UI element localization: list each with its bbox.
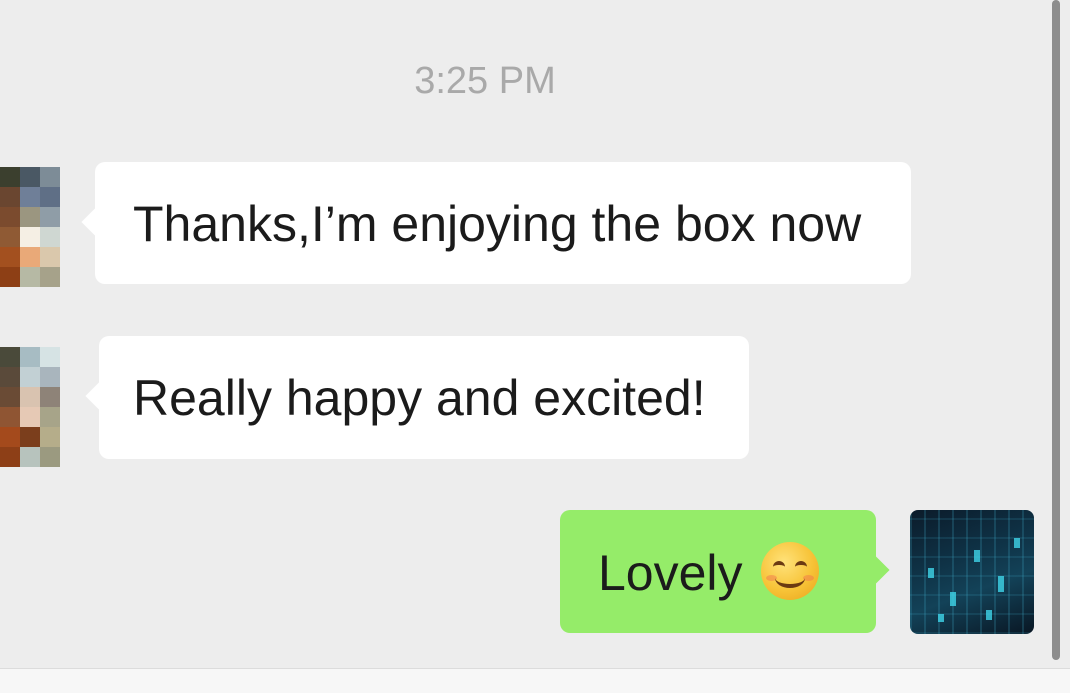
avatar-pixel	[20, 247, 40, 267]
contact-avatar[interactable]	[0, 347, 60, 467]
contact-avatar[interactable]	[0, 167, 60, 287]
avatar-pixel	[40, 427, 60, 447]
message-text: Thanks,I’m enjoying the box now	[133, 196, 862, 252]
smiling-face-emoji-icon	[760, 542, 819, 600]
avatar-pixel	[0, 227, 20, 247]
avatar-pixel	[0, 347, 20, 367]
avatar-pixel	[40, 447, 60, 467]
avatar-pixel	[40, 347, 60, 367]
avatar-pixel	[40, 187, 60, 207]
avatar-pixel	[0, 267, 20, 287]
avatar-pixel	[40, 227, 60, 247]
avatar-pixel	[20, 187, 40, 207]
avatar-pixel	[0, 427, 20, 447]
message-text-content: Lovely	[598, 545, 743, 601]
avatar-pixel	[40, 207, 60, 227]
bubble-tail	[85, 380, 117, 412]
avatar-pixel	[40, 167, 60, 187]
bubble-tail	[858, 554, 890, 586]
avatar-pixel	[40, 407, 60, 427]
message-text: Really happy and excited!	[133, 370, 706, 426]
avatar-pixel	[0, 167, 20, 187]
message-bubble-incoming[interactable]: Really happy and excited!	[85, 336, 749, 459]
avatar-pixel	[20, 427, 40, 447]
avatar-pixel	[20, 167, 40, 187]
avatar-pixel	[40, 267, 60, 287]
avatar-pixel	[0, 447, 20, 467]
message-bubble-outgoing[interactable]: Lovely	[560, 510, 890, 633]
avatar-pixel	[20, 367, 40, 387]
city-night-avatar-icon[interactable]	[910, 510, 1034, 634]
avatar-pixel	[20, 387, 40, 407]
message-bubble-incoming[interactable]: Thanks,I’m enjoying the box now	[81, 162, 911, 284]
avatar-pixel	[0, 407, 20, 427]
avatar-pixel	[40, 367, 60, 387]
avatar-pixel	[0, 387, 20, 407]
avatar-pixel	[0, 247, 20, 267]
avatar-pixel	[20, 447, 40, 467]
avatar-pixel	[20, 267, 40, 287]
scrollbar[interactable]	[1052, 0, 1060, 660]
avatar-pixel	[40, 387, 60, 407]
avatar-pixel	[0, 207, 20, 227]
avatar-pixel	[20, 227, 40, 247]
avatar-pixel	[20, 407, 40, 427]
avatar-pixel	[20, 207, 40, 227]
avatar-pixel	[20, 347, 40, 367]
bubble-tail	[81, 206, 113, 238]
message-timestamp: 3:25 PM	[414, 60, 556, 102]
avatar-pixel	[0, 187, 20, 207]
message-text: Lovely	[598, 542, 819, 603]
input-bar-edge	[0, 668, 1070, 693]
avatar-pixel	[40, 247, 60, 267]
avatar-pixel	[0, 367, 20, 387]
